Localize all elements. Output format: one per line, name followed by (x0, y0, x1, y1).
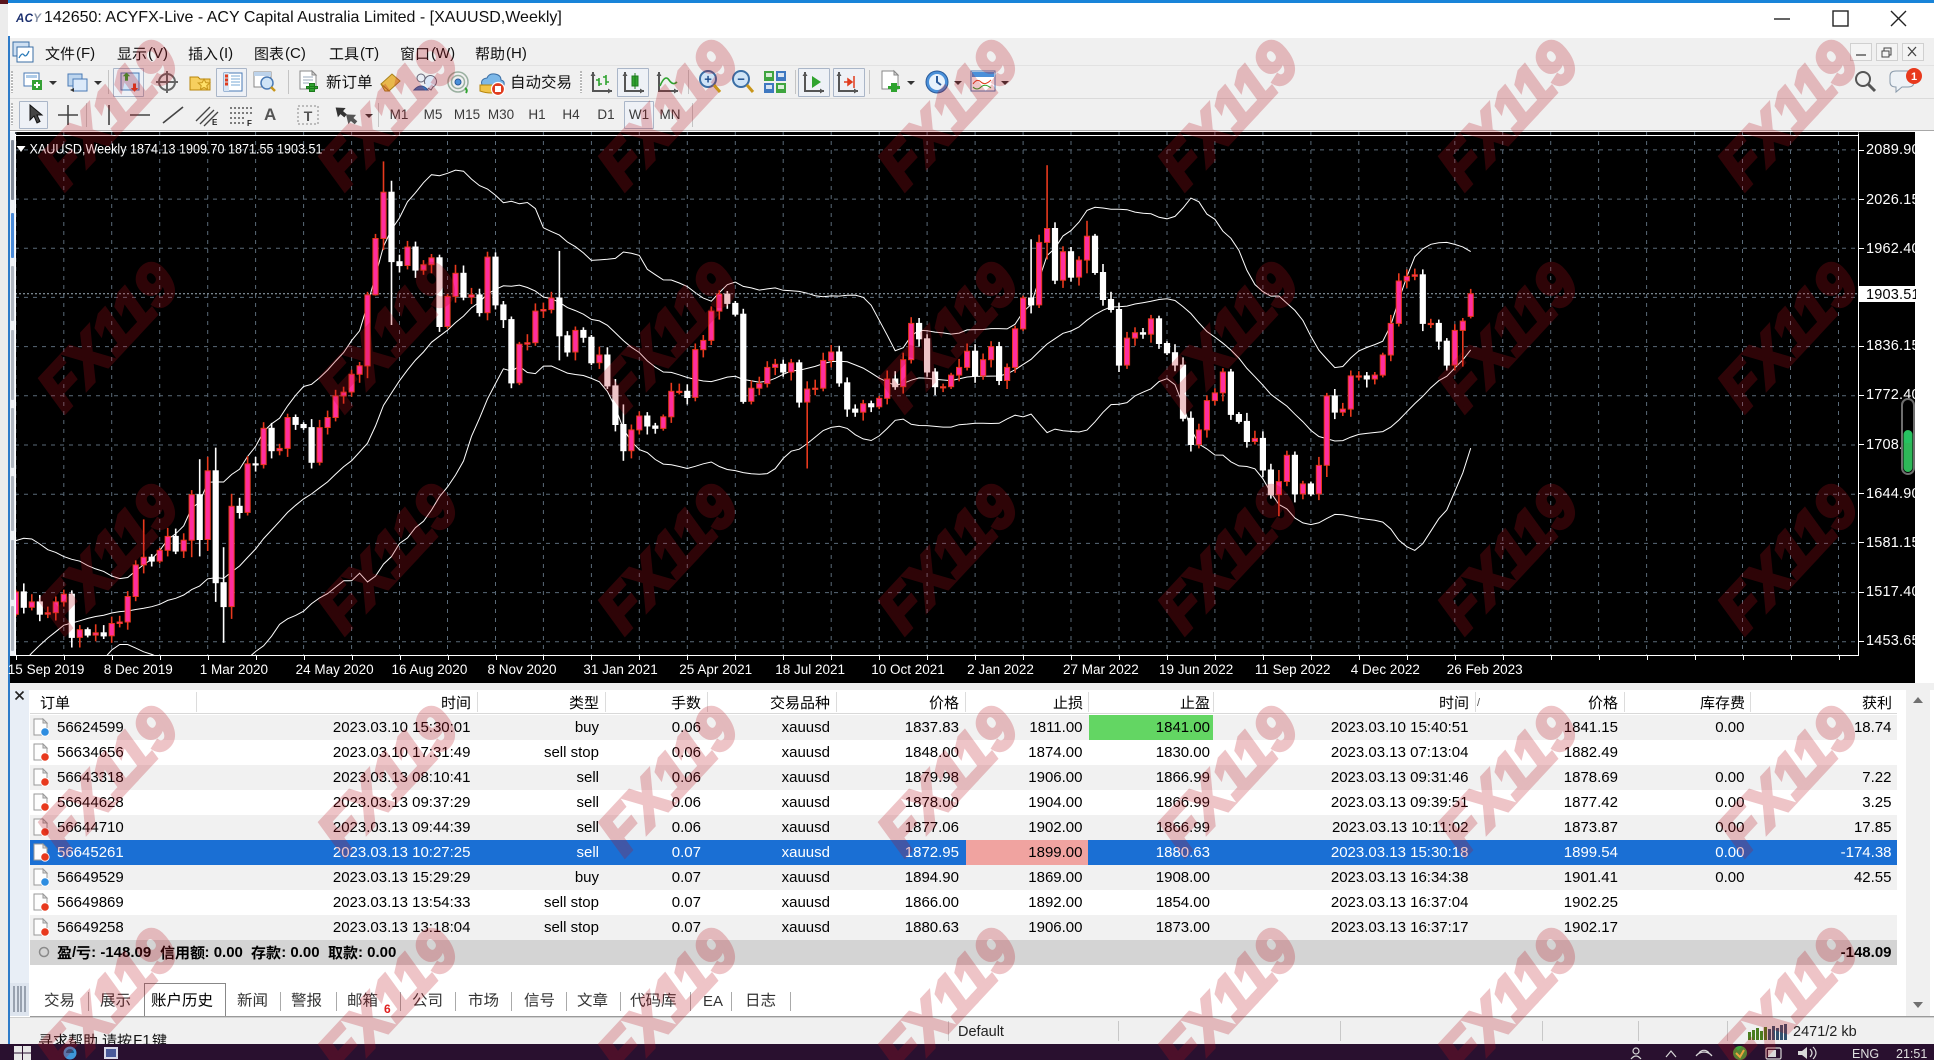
svg-text:−: − (737, 72, 745, 87)
svg-text:E: E (212, 118, 218, 127)
svg-text:F: F (247, 119, 252, 127)
svg-text:T: T (304, 108, 313, 124)
svg-text:1: 1 (1911, 71, 1917, 83)
svg-text:XAUUSD,Weekly 1874.13 1909.70: XAUUSD,Weekly 1874.13 1909.70 1871.55 19… (30, 141, 323, 157)
svg-text:+: + (704, 72, 712, 87)
